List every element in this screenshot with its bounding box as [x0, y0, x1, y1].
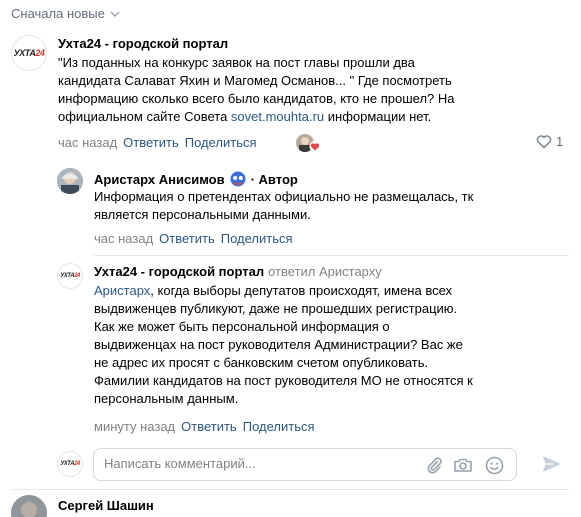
reply2-meta: минуту назад Ответить Поделиться: [94, 419, 315, 434]
reply2-author[interactable]: Ухта24 - городской портал: [94, 264, 264, 279]
mask-emoji-icon: [230, 171, 246, 187]
post-time[interactable]: час назад: [58, 135, 117, 150]
reply1-text: Информация о претендентах официально не …: [94, 189, 474, 222]
composer-avatar: УХТА24: [57, 451, 83, 477]
reply-button[interactable]: Ответить: [123, 135, 179, 150]
avatar[interactable]: УХТА24: [57, 263, 83, 289]
ukhta24-logo: УХТА24: [60, 273, 80, 279]
sovet-link[interactable]: sovet.mouhta.ru: [231, 109, 324, 124]
reply1-time[interactable]: час назад: [94, 231, 153, 246]
camera-icon[interactable]: [453, 456, 473, 474]
next-comment-author[interactable]: Сергей Шашин: [58, 498, 154, 513]
reply1-header: Аристарх Анисимов · Автор: [94, 170, 298, 188]
smile-icon[interactable]: [485, 456, 504, 475]
share-button[interactable]: Поделиться: [221, 231, 293, 246]
heart-icon: [536, 135, 552, 149]
ukhta24-logo: УХТА24: [60, 461, 80, 467]
sort-label: Сначала новые: [11, 6, 105, 21]
divider: [11, 489, 569, 490]
reply2-time[interactable]: минуту назад: [94, 419, 175, 434]
avatar[interactable]: [57, 168, 83, 194]
ukhta24-logo: УХТА24: [13, 48, 45, 58]
author-badge: · Автор: [250, 171, 298, 187]
divider: [94, 255, 569, 256]
post-text: "Из поданных на конкурс заявок на пост г…: [58, 55, 455, 124]
avatar[interactable]: [11, 495, 47, 517]
post-author[interactable]: Ухта24 - городской портал: [58, 36, 228, 51]
like-count: 1: [556, 134, 564, 149]
comment-box[interactable]: [93, 448, 517, 481]
reply2-text: Аристарх, когда выборы депутатов происхо…: [94, 283, 473, 406]
replied-to[interactable]: ответил Аристарху: [268, 264, 382, 279]
like-button[interactable]: 1: [536, 134, 563, 149]
mention-link[interactable]: Аристарх: [94, 283, 150, 298]
share-button[interactable]: Поделиться: [185, 135, 257, 150]
reply1-meta: час назад Ответить Поделиться: [94, 231, 293, 246]
share-button[interactable]: Поделиться: [243, 419, 315, 434]
paperclip-icon[interactable]: [425, 456, 443, 474]
reply-button[interactable]: Ответить: [181, 419, 237, 434]
reply-button[interactable]: Ответить: [159, 231, 215, 246]
reply2-header: Ухта24 - городской портал ответил Ариста…: [94, 264, 382, 279]
heart-badge-icon: [309, 141, 321, 152]
chevron-down-icon: [110, 11, 120, 17]
send-icon[interactable]: [541, 453, 563, 475]
avatar[interactable]: УХТА24: [11, 35, 47, 71]
post-meta: час назад Ответить Поделиться: [58, 135, 257, 150]
comment-input[interactable]: [104, 456, 404, 471]
sort-dropdown[interactable]: Сначала новые: [11, 6, 120, 21]
reply1-author[interactable]: Аристарх Анисимов: [94, 172, 225, 187]
